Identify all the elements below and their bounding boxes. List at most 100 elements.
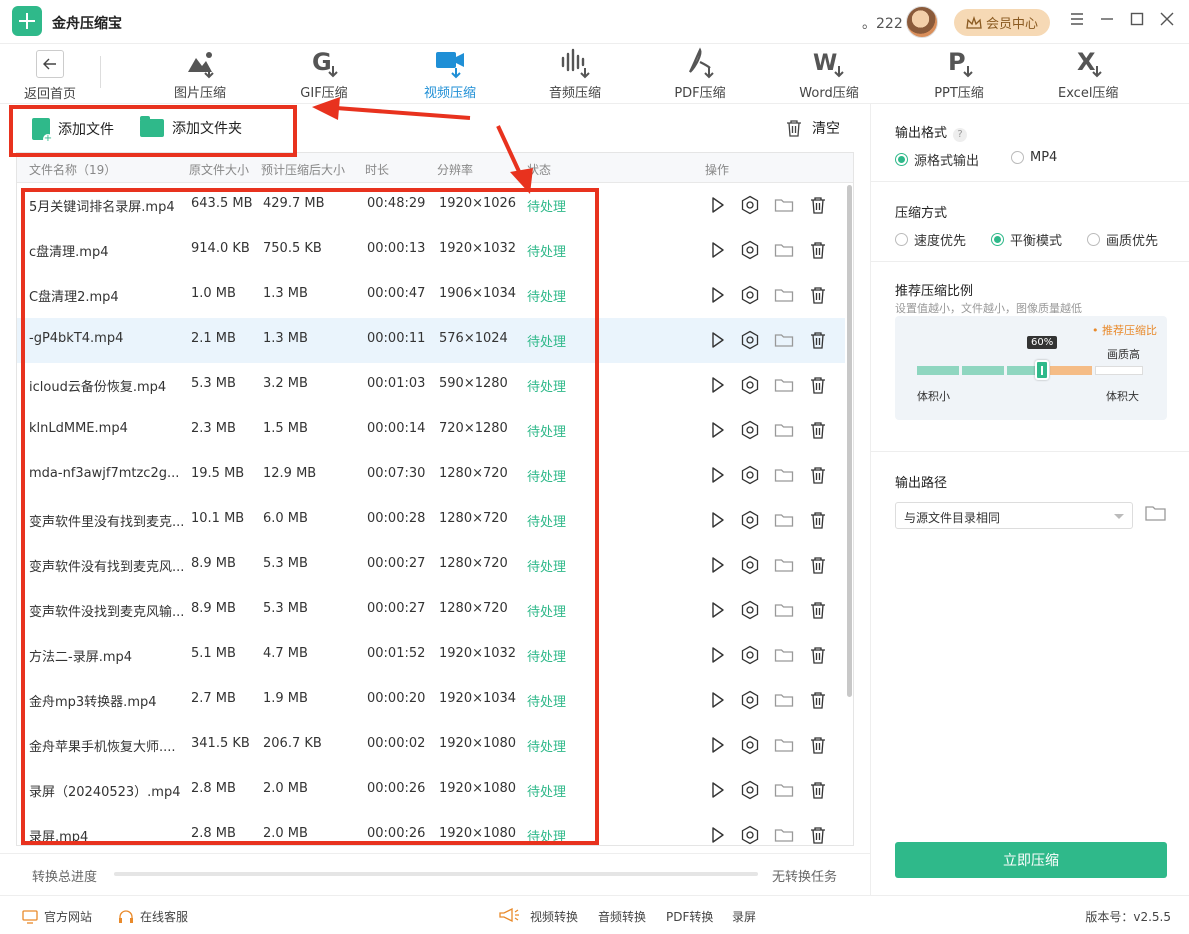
settings-icon[interactable] (740, 825, 760, 845)
folder-icon[interactable] (774, 645, 794, 665)
tab-excel-compress[interactable]: X Excel压缩 (1058, 44, 1118, 104)
folder-icon[interactable] (774, 195, 794, 215)
member-center-button[interactable]: 会员中心 (954, 9, 1050, 36)
settings-icon[interactable] (740, 510, 760, 530)
play-icon[interactable] (707, 285, 727, 305)
play-icon[interactable] (707, 420, 727, 440)
folder-icon[interactable] (774, 780, 794, 800)
folder-icon[interactable] (774, 285, 794, 305)
play-icon[interactable] (707, 195, 727, 215)
settings-icon[interactable] (740, 375, 760, 395)
play-icon[interactable] (707, 780, 727, 800)
help-icon[interactable]: ? (953, 128, 968, 142)
delete-icon[interactable] (808, 420, 828, 440)
folder-icon[interactable] (774, 735, 794, 755)
tab-gif-compress[interactable]: G GIF压缩 (296, 44, 352, 104)
footer-link-video-convert[interactable]: 视频转换 (530, 908, 578, 925)
radio-speed-first[interactable]: 速度优先 (895, 230, 966, 249)
delete-icon[interactable] (808, 195, 828, 215)
tab-image-compress[interactable]: 图片压缩 (170, 44, 230, 104)
settings-icon[interactable] (740, 555, 760, 575)
folder-icon[interactable] (774, 465, 794, 485)
back-home-button[interactable] (36, 50, 64, 78)
settings-icon[interactable] (740, 600, 760, 620)
table-scrollbar[interactable] (847, 185, 852, 697)
delete-icon[interactable] (808, 555, 828, 575)
tab-label: PDF压缩 (674, 86, 726, 101)
play-icon[interactable] (707, 825, 727, 845)
settings-icon[interactable] (740, 330, 760, 350)
play-icon[interactable] (707, 330, 727, 350)
folder-icon[interactable] (774, 375, 794, 395)
ratio-slider-thumb[interactable] (1035, 360, 1049, 380)
menu-icon[interactable] (1068, 12, 1086, 30)
delete-icon[interactable] (808, 285, 828, 305)
folder-icon[interactable] (774, 330, 794, 350)
play-icon[interactable] (707, 555, 727, 575)
avatar[interactable] (906, 6, 938, 38)
delete-icon[interactable] (808, 735, 828, 755)
folder-icon[interactable] (774, 825, 794, 845)
radio-mp4[interactable]: MP4 (1011, 150, 1057, 165)
footer-link-audio-convert[interactable]: 音频转换 (598, 908, 646, 925)
play-icon[interactable] (707, 735, 727, 755)
radio-quality-first[interactable]: 画质优先 (1087, 230, 1158, 249)
delete-icon[interactable] (808, 780, 828, 800)
play-icon[interactable] (707, 510, 727, 530)
play-icon[interactable] (707, 240, 727, 260)
delete-icon[interactable] (808, 690, 828, 710)
play-icon[interactable] (707, 375, 727, 395)
folder-icon[interactable] (774, 420, 794, 440)
play-icon[interactable] (707, 645, 727, 665)
delete-icon[interactable] (808, 330, 828, 350)
settings-icon[interactable] (740, 735, 760, 755)
delete-icon[interactable] (808, 465, 828, 485)
output-path-dropdown[interactable]: 与源文件目录相同 (895, 502, 1133, 529)
delete-icon[interactable] (808, 600, 828, 620)
footer-link-screen-record[interactable]: 录屏 (732, 908, 756, 925)
settings-icon[interactable] (740, 420, 760, 440)
settings-icon[interactable] (740, 645, 760, 665)
tab-word-compress[interactable]: W Word压缩 (798, 44, 860, 104)
settings-icon[interactable] (740, 285, 760, 305)
settings-icon[interactable] (740, 465, 760, 485)
tab-ppt-compress[interactable]: P PPT压缩 (932, 44, 986, 104)
folder-icon[interactable] (774, 600, 794, 620)
folder-icon[interactable] (774, 510, 794, 530)
folder-icon[interactable] (774, 690, 794, 710)
official-site-link[interactable]: 官方网站 (22, 908, 92, 925)
settings-icon[interactable] (740, 240, 760, 260)
open-folder-icon[interactable] (1145, 504, 1167, 526)
delete-icon[interactable] (808, 375, 828, 395)
slider-segment[interactable] (962, 366, 1004, 375)
progress-status: 无转换任务 (772, 870, 838, 885)
tab-pdf-compress[interactable]: PDF压缩 (672, 44, 728, 104)
tab-audio-compress[interactable]: 音频压缩 (545, 44, 605, 104)
settings-icon[interactable] (740, 780, 760, 800)
close-icon[interactable] (1158, 12, 1176, 30)
slider-segment[interactable] (917, 366, 959, 375)
radio-source-format[interactable]: 源格式输出 (895, 150, 979, 169)
delete-icon[interactable] (808, 825, 828, 845)
settings-icon[interactable] (740, 690, 760, 710)
clear-button[interactable]: 清空 (786, 118, 840, 138)
delete-icon[interactable] (808, 240, 828, 260)
tab-video-compress[interactable]: 视频压缩 (420, 44, 480, 104)
compress-now-button[interactable]: 立即压缩 (895, 842, 1167, 878)
minimize-icon[interactable] (1098, 12, 1116, 30)
slider-segment[interactable] (1095, 366, 1143, 375)
play-icon[interactable] (707, 600, 727, 620)
maximize-icon[interactable] (1128, 12, 1146, 30)
radio-balanced[interactable]: 平衡模式 (991, 230, 1062, 249)
online-service-link[interactable]: 在线客服 (118, 908, 188, 925)
footer-link-pdf-convert[interactable]: PDF转换 (666, 908, 713, 925)
play-icon[interactable] (707, 465, 727, 485)
delete-icon[interactable] (808, 645, 828, 665)
folder-icon[interactable] (774, 240, 794, 260)
folder-icon[interactable] (774, 555, 794, 575)
delete-icon[interactable] (808, 510, 828, 530)
settings-icon[interactable] (740, 195, 760, 215)
play-icon[interactable] (707, 690, 727, 710)
slider-segment[interactable] (1050, 366, 1092, 375)
tab-label: Word压缩 (799, 86, 859, 101)
